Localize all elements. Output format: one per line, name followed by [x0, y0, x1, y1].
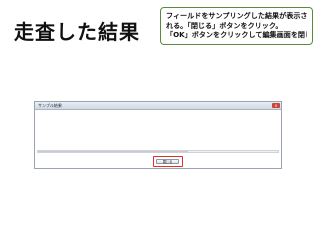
callout-line: れる。「閉じる」ボタンをクリック。 — [166, 20, 283, 30]
close-button-highlight: 閉じる — [153, 156, 183, 167]
window-title: サンプル結果 — [38, 103, 62, 108]
sample-result-window: サンプル結果 × 閉じる — [34, 101, 282, 169]
horizontal-scrollbar[interactable] — [37, 150, 279, 153]
result-text-area[interactable] — [38, 112, 278, 149]
close-button[interactable]: 閉じる — [156, 158, 179, 164]
scrollbar-thumb[interactable] — [38, 151, 188, 152]
instruction-callout: フィールドをサンプリングした結果が表示さ れる。「閉じる」ボタンをクリック。 「… — [160, 7, 313, 45]
callout-line: フィールドをサンプリングした結果が表示さ — [166, 11, 307, 20]
window-close-icon[interactable]: × — [272, 103, 280, 108]
callout-line: 「OK」ボタンをクリックして編集画面を閉じる。 — [166, 30, 307, 40]
window-titlebar: サンプル結果 × — [35, 102, 281, 110]
slide-title: 走査した結果 — [14, 20, 140, 44]
